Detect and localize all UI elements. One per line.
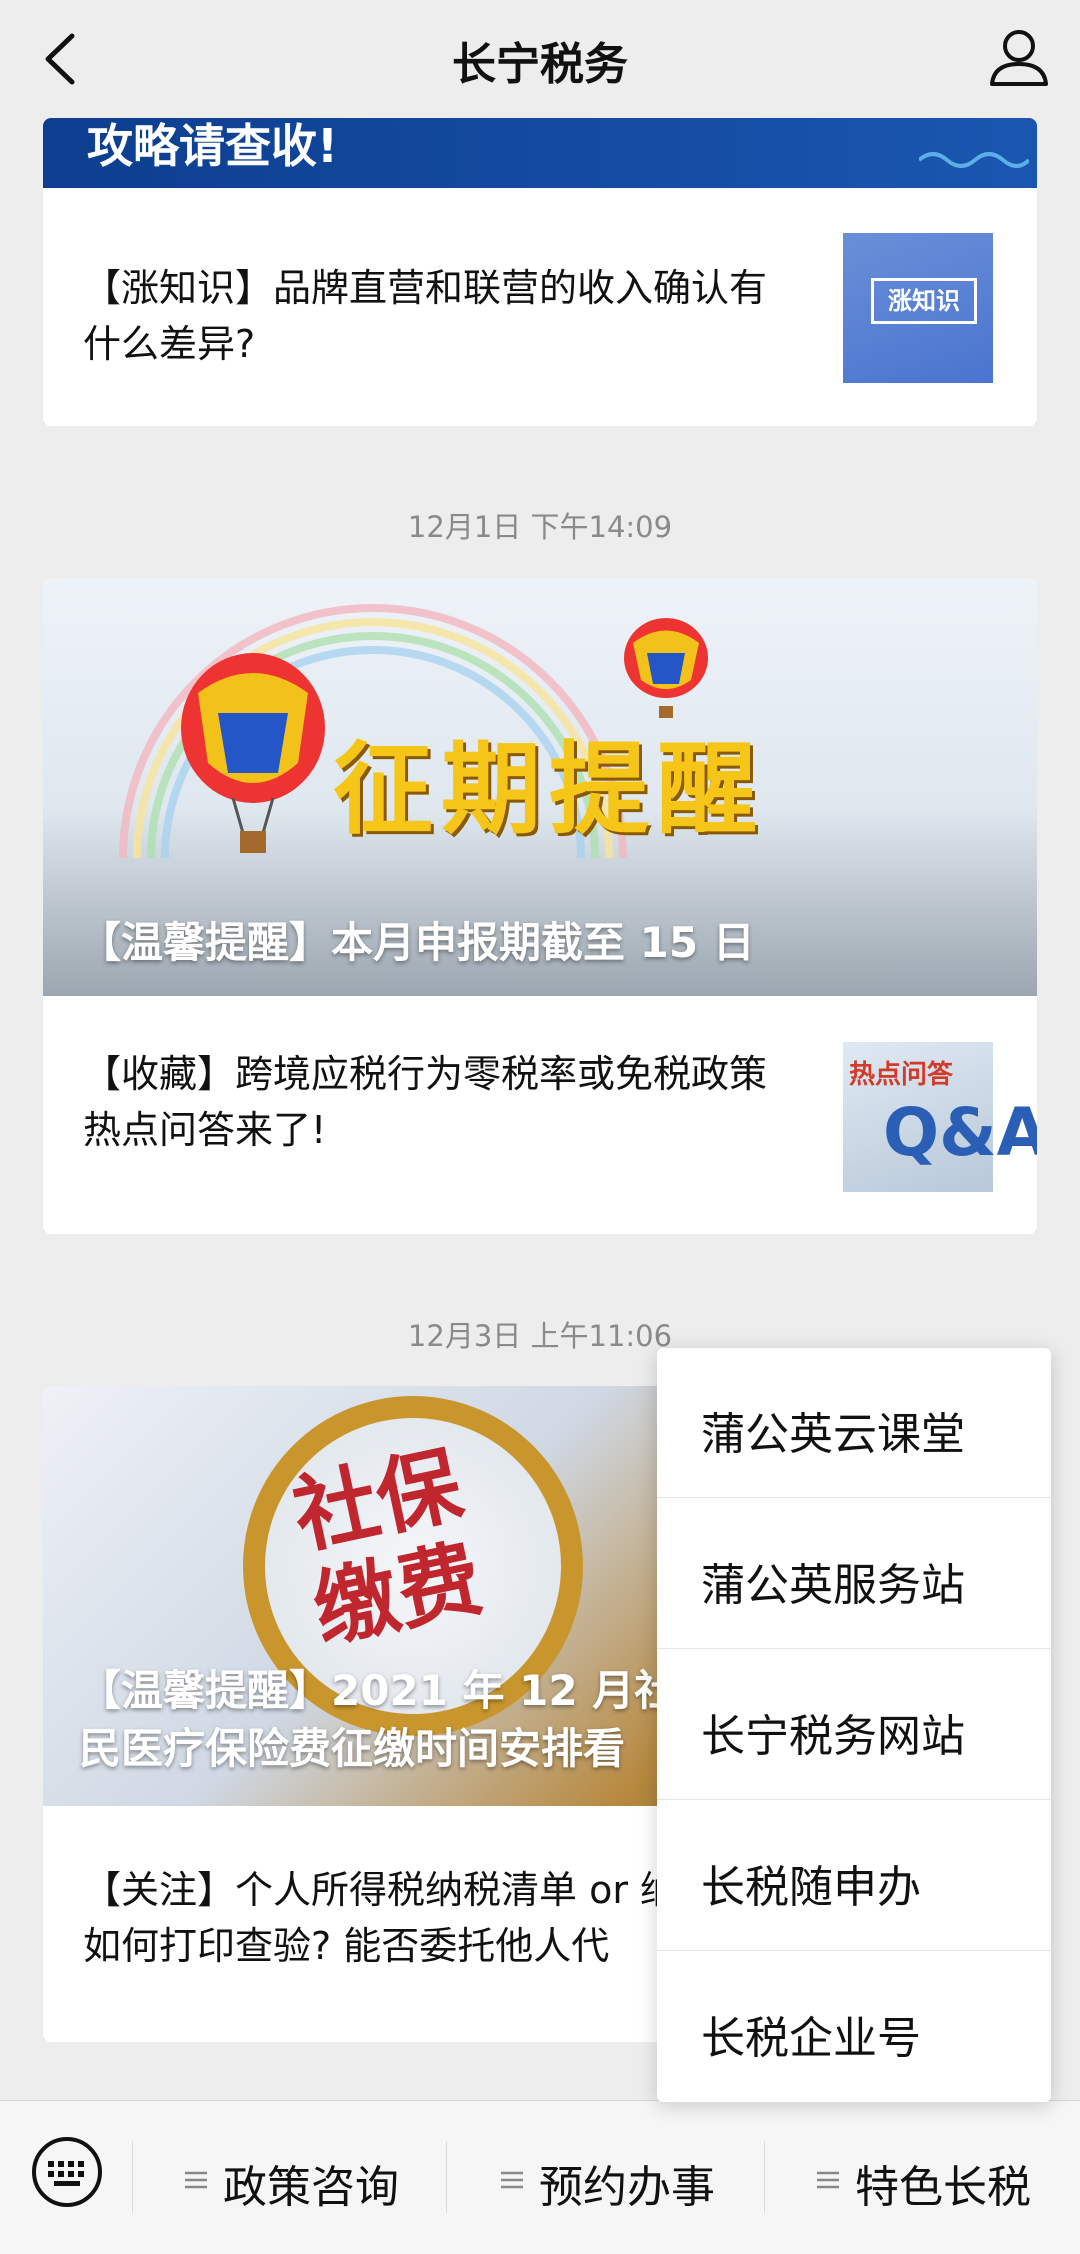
menu-item-dandelion-station[interactable]: 蒲公英服务站 (657, 1499, 1051, 1649)
tab-policy-consult[interactable]: 政策咨询 (133, 2101, 445, 2254)
banner-image: 攻略请查收! (43, 118, 1037, 188)
menu-item-label: 蒲公英服务站 (701, 1560, 965, 1611)
thumb-label: 涨知识 (871, 278, 977, 324)
thumb-label: 热点问答 (849, 1060, 954, 1090)
wave-decoration-icon (919, 152, 1029, 168)
qa-mark-icon: Q&A (883, 1094, 1037, 1171)
menu-item-label: 蒲公英云课堂 (701, 1409, 965, 1460)
cover-image[interactable]: 征期提醒 【温馨提醒】本月申报期截至 15 日 (43, 578, 1037, 996)
article-card[interactable]: 征期提醒 【温馨提醒】本月申报期截至 15 日 【收藏】跨境应税行为零税率或免税… (43, 578, 1037, 1234)
popup-menu: 蒲公英云课堂 蒲公英服务站 长宁税务网站 长税随申办 长税企业号 (657, 1348, 1051, 2102)
menu-lines-icon (501, 2171, 523, 2189)
menu-item-suishenban[interactable]: 长税随申办 (657, 1801, 1051, 1951)
tab-label: 政策咨询 (223, 2162, 399, 2213)
cover-art-text: 征期提醒 (333, 730, 765, 848)
article-card[interactable]: 攻略请查收! 【涨知识】品牌直营和联营的收入确认有什么差异? 涨知识 (43, 118, 1037, 426)
menu-item-label: 长税随申办 (701, 1862, 921, 1913)
tab-appointment[interactable]: 预约办事 (447, 2101, 763, 2254)
keyboard-icon[interactable] (30, 2135, 104, 2209)
page-title: 长宁税务 (452, 39, 628, 90)
top-bar: 长宁税务 (0, 0, 1080, 118)
article-title: 【收藏】跨境应税行为零税率或免税政策热点问答来了! (83, 1052, 768, 1152)
tab-label: 特色长税 (855, 2162, 1031, 2213)
menu-item-enterprise[interactable]: 长税企业号 (657, 1952, 1051, 2102)
article-thumbnail: 涨知识 (843, 233, 993, 383)
menu-lines-icon (185, 2171, 207, 2189)
article-thumbnail: 热点问答 Q&A (843, 1042, 1037, 1192)
list-item[interactable]: 【涨知识】品牌直营和联营的收入确认有什么差异? 涨知识 (43, 188, 1037, 426)
list-item[interactable]: 【收藏】跨境应税行为零税率或免税政策热点问答来了! 热点问答 Q&A (43, 996, 1037, 1234)
profile-icon[interactable] (984, 22, 1054, 92)
menu-item-label: 长税企业号 (701, 2013, 921, 2064)
hot-air-balloon-icon (181, 653, 325, 853)
tab-label: 预约办事 (539, 2162, 715, 2213)
tab-featured[interactable]: 特色长税 (765, 2101, 1080, 2254)
menu-item-label: 长宁税务网站 (701, 1711, 965, 1762)
cover-caption: 【温馨提醒】本月申报期截至 15 日 (79, 918, 755, 967)
menu-item-dandelion-class[interactable]: 蒲公英云课堂 (657, 1348, 1051, 1498)
article-title: 【涨知识】品牌直营和联营的收入确认有什么差异? (83, 266, 768, 366)
menu-lines-icon (817, 2171, 839, 2189)
banner-text: 攻略请查收! (87, 119, 338, 173)
menu-item-website[interactable]: 长宁税务网站 (657, 1650, 1051, 1800)
timestamp: 12月1日 下午14:09 (407, 510, 673, 544)
bottom-menu-bar: 政策咨询 预约办事 特色长税 (0, 2100, 1080, 2254)
